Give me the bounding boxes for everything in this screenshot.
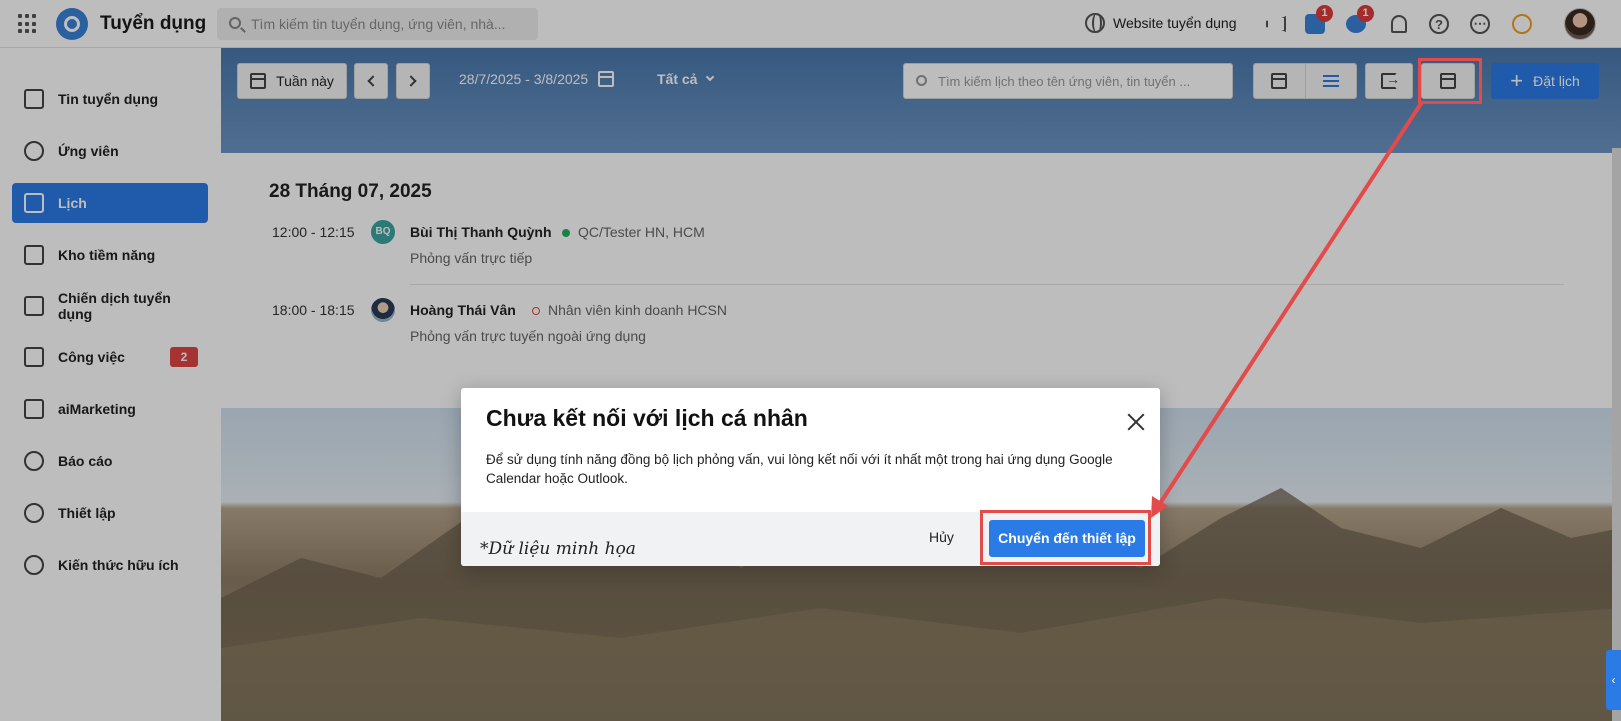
annotation-highlight-settings — [1418, 58, 1482, 104]
annotation-highlight-primary — [980, 510, 1151, 565]
dialog-title: Chưa kết nối với lịch cá nhân — [486, 405, 808, 431]
collapse-panel-button[interactable]: ‹ — [1606, 650, 1621, 710]
modal-overlay — [0, 0, 1621, 721]
illustrative-data-note: *Dữ liệu minh họa — [480, 539, 636, 559]
close-icon[interactable] — [1126, 412, 1146, 432]
dialog-message: Để sử dụng tính năng đồng bộ lịch phỏng … — [486, 452, 1113, 486]
cancel-button[interactable]: Hủy — [929, 529, 954, 545]
